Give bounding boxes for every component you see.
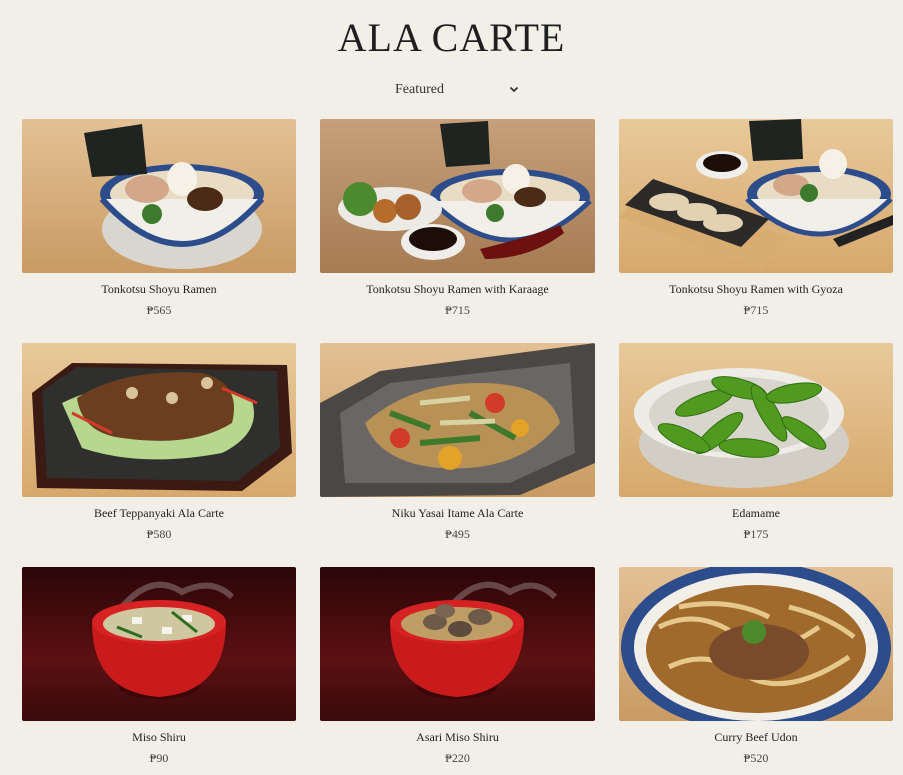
miso-soup-icon[interactable] bbox=[22, 567, 296, 721]
menu-grid: Tonkotsu Shoyu Ramen ₱565 Tonkotsu Shoyu… bbox=[22, 119, 893, 775]
item-name: Beef Teppanyaki Ala Carte bbox=[94, 506, 224, 520]
menu-card[interactable]: Asari Miso Shiru ₱220 bbox=[320, 567, 595, 775]
item-price: ₱495 bbox=[445, 527, 470, 541]
stir-fry-plate-icon[interactable] bbox=[320, 343, 595, 497]
item-name: Asari Miso Shiru bbox=[416, 730, 499, 744]
item-price: ₱90 bbox=[149, 751, 169, 765]
sort-select[interactable]: Featured bbox=[388, 79, 524, 101]
menu-card[interactable]: Beef Teppanyaki Ala Carte ₱580 bbox=[22, 343, 296, 567]
item-price: ₱175 bbox=[743, 527, 769, 541]
menu-card[interactable]: Miso Shiru ₱90 bbox=[22, 567, 296, 775]
ramen-karaage-icon[interactable] bbox=[320, 119, 595, 273]
ramen-gyoza-icon[interactable] bbox=[619, 119, 893, 273]
item-price: ₱220 bbox=[445, 751, 470, 765]
sort-select-value: Featured bbox=[395, 82, 444, 97]
item-price: ₱715 bbox=[743, 303, 769, 317]
menu-card[interactable]: Edamame ₱175 bbox=[619, 343, 893, 567]
item-name: Niku Yasai Itame Ala Carte bbox=[391, 506, 524, 520]
chevron-down-icon bbox=[509, 86, 519, 93]
item-name: Tonkotsu Shoyu Ramen bbox=[101, 282, 217, 296]
clam-miso-soup-icon[interactable] bbox=[320, 567, 595, 721]
item-price: ₱565 bbox=[146, 303, 172, 317]
menu-card[interactable]: Tonkotsu Shoyu Ramen with Gyoza ₱715 bbox=[619, 119, 893, 343]
udon-bowl-icon[interactable] bbox=[619, 567, 893, 721]
ramen-bowl-icon[interactable] bbox=[22, 119, 296, 273]
item-name: Curry Beef Udon bbox=[714, 730, 798, 744]
item-name: Miso Shiru bbox=[132, 730, 186, 744]
menu-card[interactable]: Curry Beef Udon ₱520 bbox=[619, 567, 893, 775]
item-name: Tonkotsu Shoyu Ramen with Gyoza bbox=[669, 282, 843, 296]
item-price: ₱520 bbox=[743, 751, 769, 765]
menu-card[interactable]: Tonkotsu Shoyu Ramen with Karaage ₱715 bbox=[320, 119, 595, 343]
item-price: ₱580 bbox=[146, 527, 172, 541]
teppanyaki-plate-icon[interactable] bbox=[22, 343, 296, 497]
menu-card[interactable]: Tonkotsu Shoyu Ramen ₱565 bbox=[22, 119, 296, 343]
item-name: Edamame bbox=[732, 506, 780, 520]
page-title: ALA CARTE bbox=[337, 15, 566, 60]
item-name: Tonkotsu Shoyu Ramen with Karaage bbox=[366, 282, 549, 296]
item-price: ₱715 bbox=[445, 303, 470, 317]
menu-card[interactable]: Niku Yasai Itame Ala Carte ₱495 bbox=[320, 343, 595, 567]
edamame-bowl-icon[interactable] bbox=[619, 343, 893, 497]
